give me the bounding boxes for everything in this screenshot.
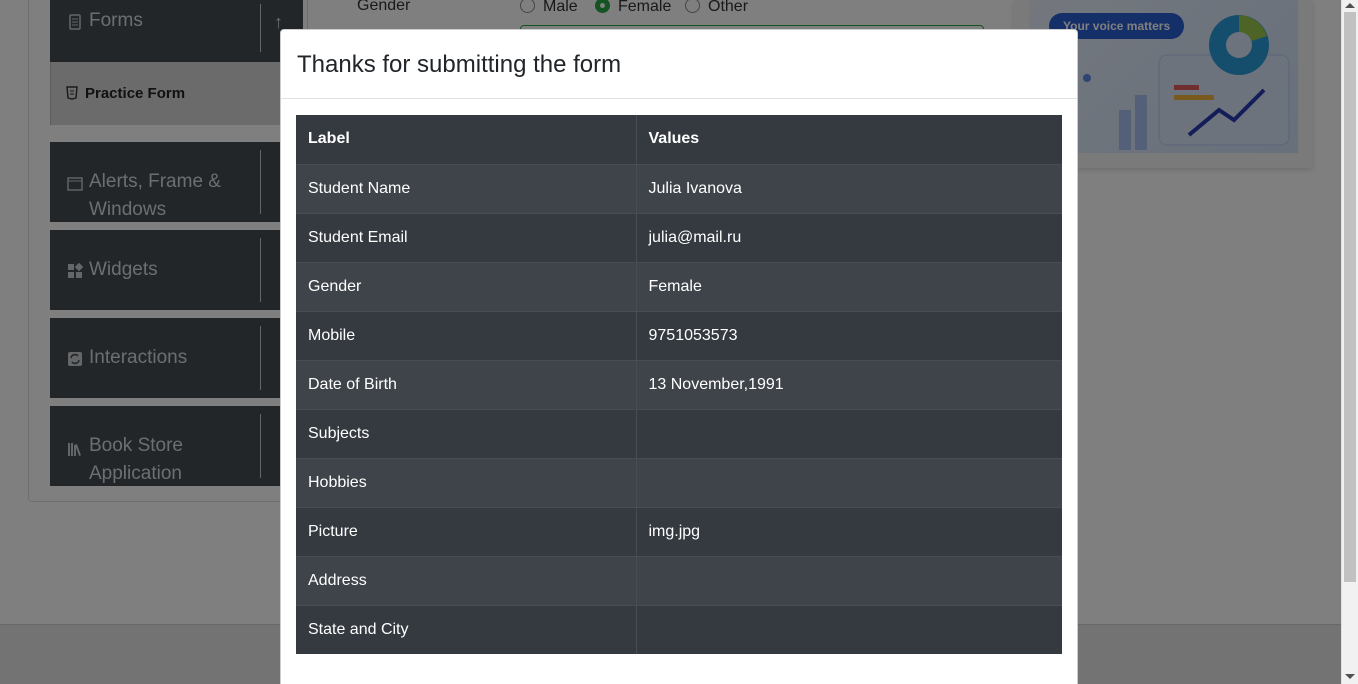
table-row: Subjects — [296, 408, 1062, 458]
table-row: Student Email julia@mail.ru — [296, 212, 1062, 262]
table-cell-label: Date of Birth — [296, 359, 637, 409]
table-cell-label: Mobile — [296, 310, 637, 360]
table-row: Gender Female — [296, 261, 1062, 311]
table-cell-label: Subjects — [296, 408, 637, 458]
table-cell-value: 13 November,1991 — [636, 359, 1062, 409]
submission-modal: Thanks for submitting the form Label Val… — [280, 29, 1078, 684]
table-cell-value: julia@mail.ru — [636, 212, 1062, 262]
table-cell-value: Julia Ivanova — [636, 163, 1062, 213]
table-cell-label: Student Email — [296, 212, 637, 262]
scroll-down-arrow-icon[interactable] — [1345, 674, 1355, 679]
scroll-up-arrow-icon[interactable] — [1345, 3, 1355, 8]
scrollbar-thumb[interactable] — [1344, 12, 1356, 582]
page-scrollbar[interactable] — [1341, 0, 1358, 684]
table-header-row: Label Values — [296, 115, 1062, 164]
table-cell-label: Picture — [296, 506, 637, 556]
table-cell-value — [636, 604, 1062, 654]
table-cell-value — [636, 457, 1062, 507]
table-cell-value: img.jpg — [636, 506, 1062, 556]
modal-title: Thanks for submitting the form — [297, 51, 622, 78]
table-row: Student Name Julia Ivanova — [296, 163, 1062, 213]
table-cell-value: Female — [636, 261, 1062, 311]
table-cell-label: Student Name — [296, 163, 637, 213]
table-row: Mobile 9751053573 — [296, 310, 1062, 360]
table-cell-label: Address — [296, 555, 637, 605]
table-row: Address — [296, 555, 1062, 605]
table-cell-value: 9751053573 — [636, 310, 1062, 360]
table-cell-label: Gender — [296, 261, 637, 311]
column-header: Label — [296, 115, 637, 164]
results-table: Label Values Student Name Julia Ivanova … — [296, 115, 1062, 654]
table-cell-value — [636, 408, 1062, 458]
modal-body: Label Values Student Name Julia Ivanova … — [281, 99, 1077, 670]
table-row: State and City — [296, 604, 1062, 654]
table-row: Picture img.jpg — [296, 506, 1062, 556]
table-cell-value — [636, 555, 1062, 605]
table-row: Hobbies — [296, 457, 1062, 507]
modal-header: Thanks for submitting the form — [281, 30, 1077, 99]
table-row: Date of Birth 13 November,1991 — [296, 359, 1062, 409]
table-cell-label: State and City — [296, 604, 637, 654]
page: Forms ↑ Practice Form Alerts, Frame & Wi… — [0, 0, 1358, 684]
column-header: Values — [648, 130, 700, 148]
table-cell-label: Hobbies — [296, 457, 637, 507]
